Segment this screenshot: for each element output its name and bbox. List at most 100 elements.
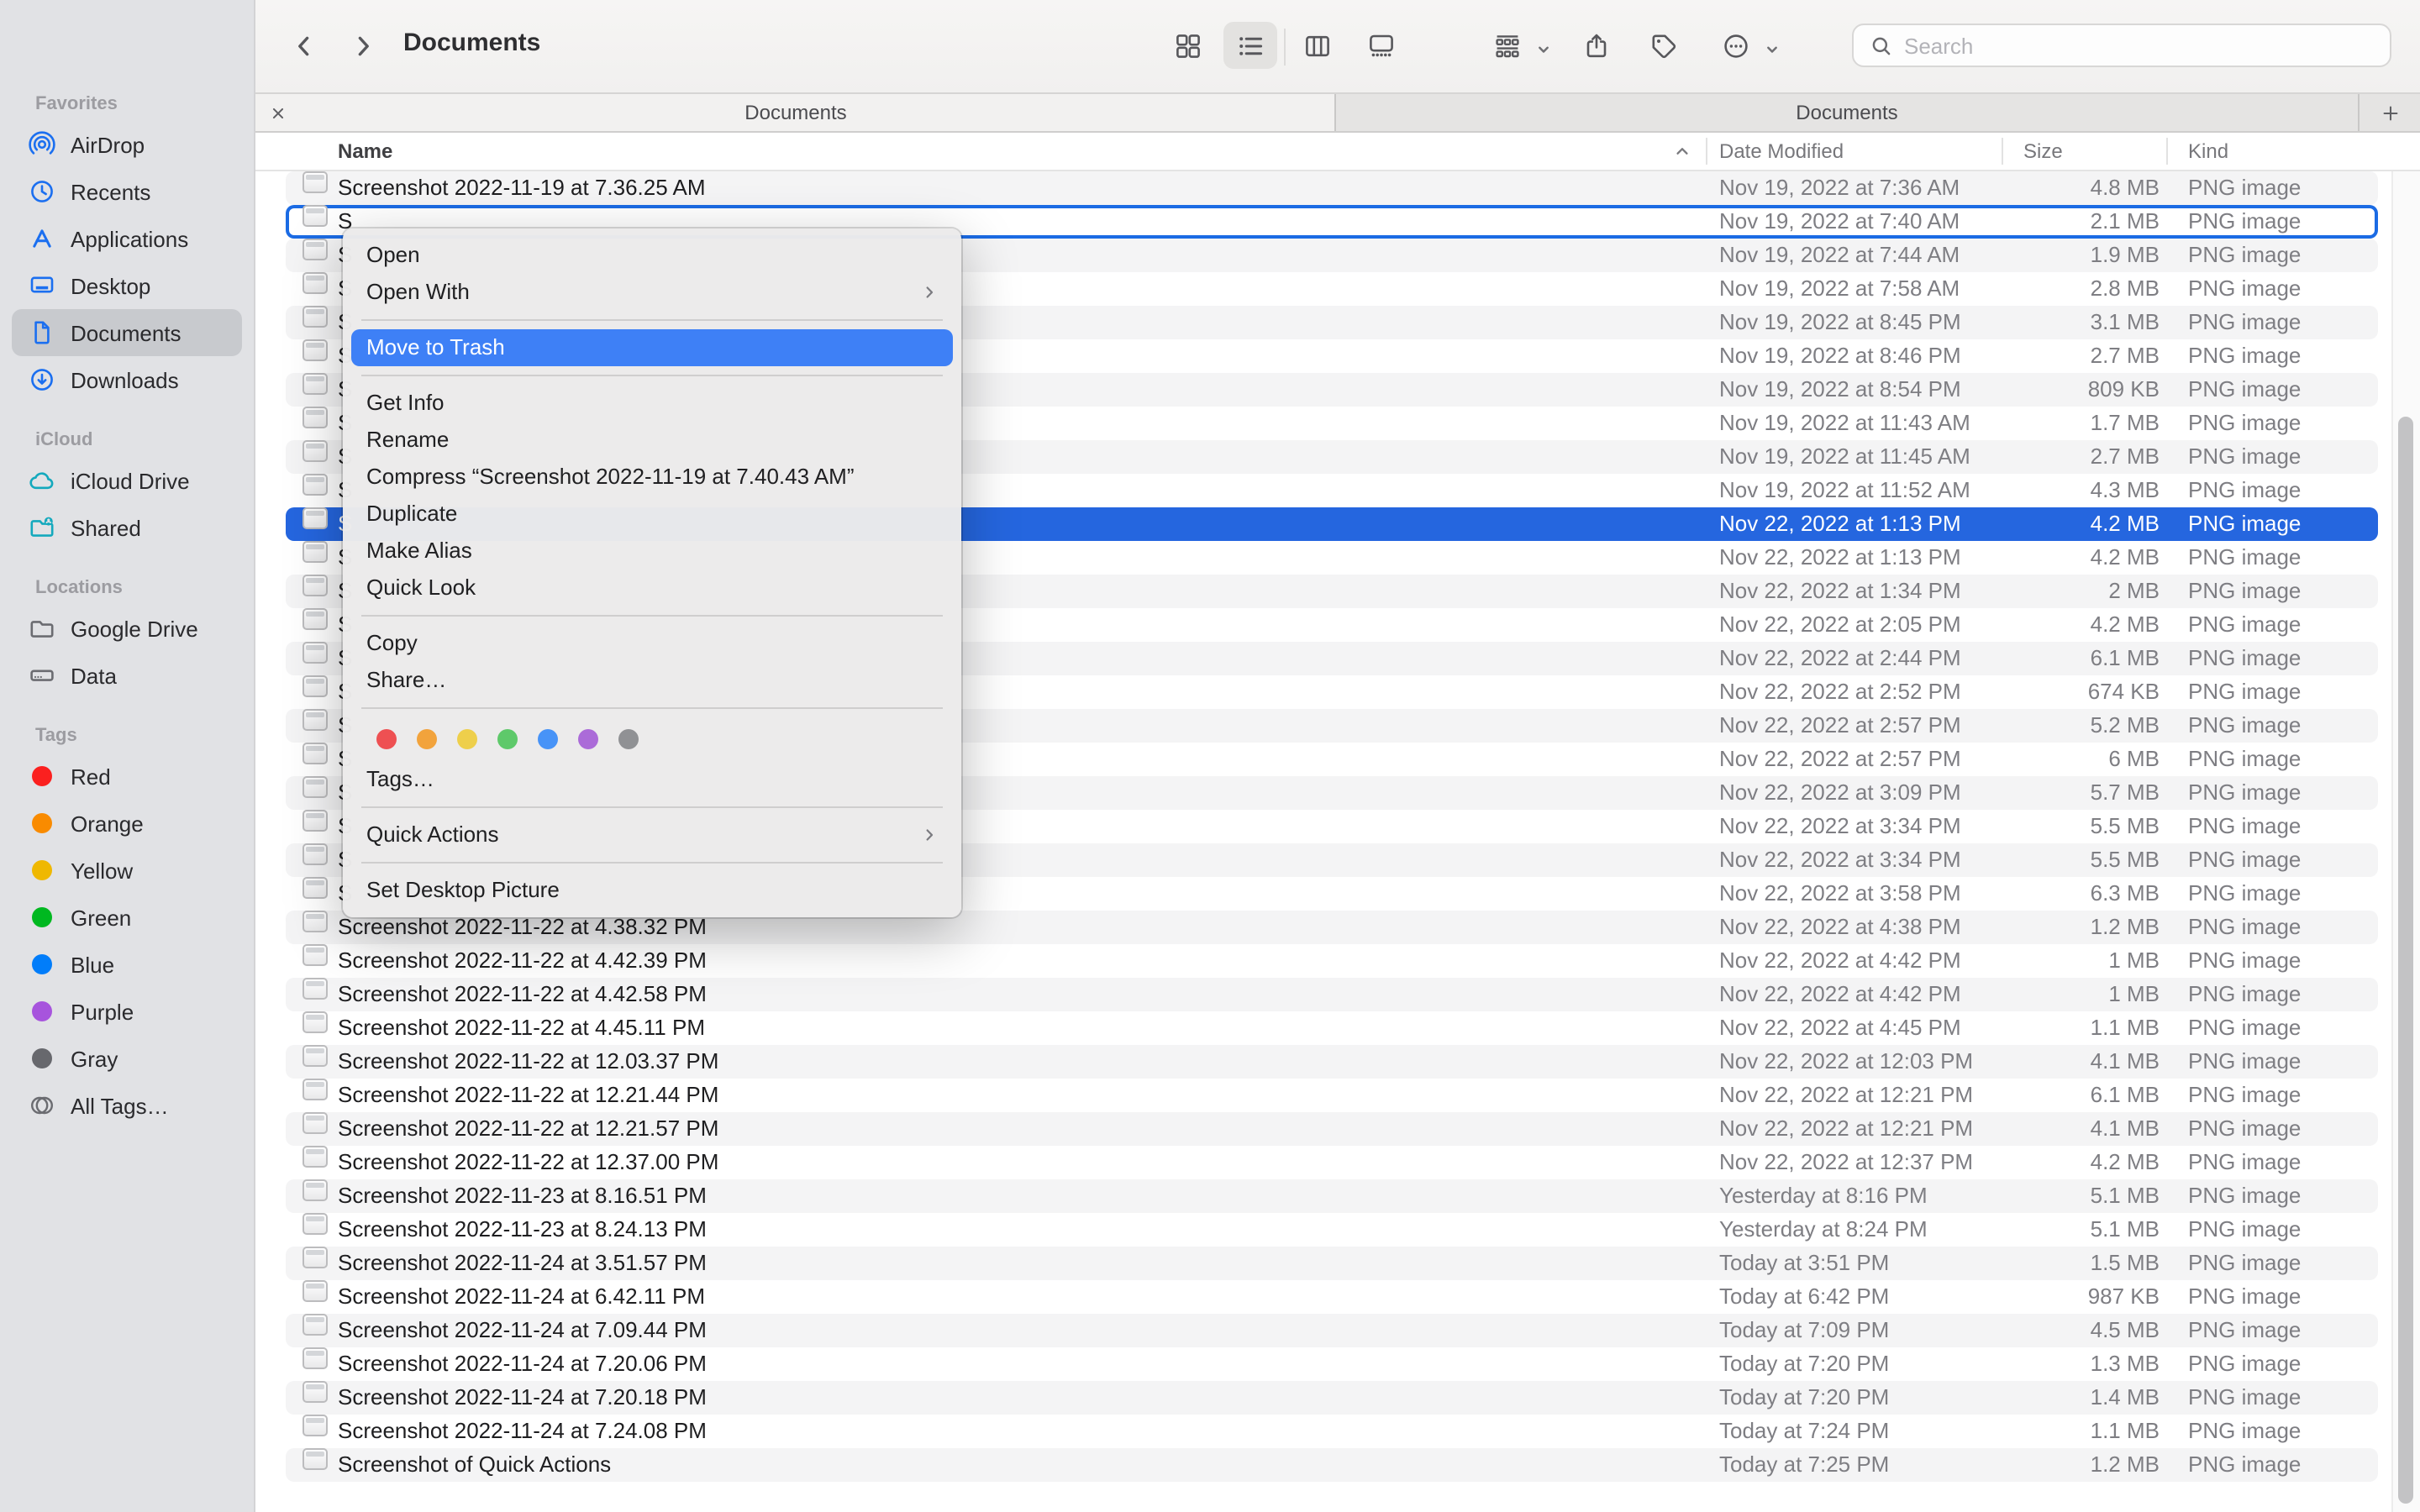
menu-item-compress-screenshot-2022-11-19-at-7-40-43-am[interactable]: Compress “Screenshot 2022-11-19 at 7.40.… — [351, 459, 953, 496]
menu-item-rename[interactable]: Rename — [351, 422, 953, 459]
file-size: 1.4 MB — [2090, 1384, 2160, 1410]
share-button[interactable] — [1573, 22, 1620, 69]
file-row[interactable]: Screenshot 2022-11-22 at 12.21.44 PM Nov … — [286, 1079, 2378, 1112]
grid-view-button[interactable] — [1165, 22, 1212, 69]
file-size: 3.1 MB — [2090, 309, 2160, 334]
menu-item-open-with[interactable]: Open With — [351, 274, 953, 311]
file-thumbnail-icon — [302, 1011, 328, 1033]
tab-close-button[interactable] — [264, 99, 291, 126]
file-kind: PNG image — [2188, 1183, 2302, 1208]
file-row[interactable]: Screenshot 2022-11-22 at 4.42.58 PM Nov 2… — [286, 978, 2378, 1011]
sidebar-item-recents[interactable]: Recents — [12, 168, 242, 215]
file-row[interactable]: Screenshot 2022-11-22 at 12.37.00 PM Nov … — [286, 1146, 2378, 1179]
file-row[interactable]: Screenshot 2022-11-24 at 6.42.11 PM Today… — [286, 1280, 2378, 1314]
search-input[interactable] — [1904, 33, 2390, 58]
menu-item-label: Duplicate — [366, 501, 458, 526]
file-thumbnail-icon — [302, 1112, 328, 1134]
column-divider[interactable] — [1706, 138, 1707, 165]
sidebar-item-yellow[interactable]: Yellow — [12, 847, 242, 894]
menu-item-share[interactable]: Share… — [351, 662, 953, 699]
sidebar-item-purple[interactable]: Purple — [12, 988, 242, 1035]
column-header-date-modified[interactable]: Date Modified — [1719, 133, 1844, 170]
tags-button[interactable] — [1640, 22, 1687, 69]
menu-item-copy[interactable]: Copy — [351, 625, 953, 662]
menu-item-get-info[interactable]: Get Info — [351, 385, 953, 422]
folder-icon — [29, 615, 55, 642]
menu-item-set-desktop-picture[interactable]: Set Desktop Picture — [351, 872, 953, 909]
file-row[interactable]: Screenshot 2022-11-22 at 4.45.11 PM Nov 2… — [286, 1011, 2378, 1045]
sidebar-item-blue[interactable]: Blue — [12, 941, 242, 988]
sidebar-item-airdrop[interactable]: AirDrop — [12, 121, 242, 168]
column-header-name[interactable]: Name — [338, 133, 392, 170]
scrollbar-thumb[interactable] — [2398, 417, 2413, 1504]
file-thumbnail-icon — [302, 306, 328, 328]
file-row[interactable]: Screenshot 2022-11-24 at 7.09.44 PM Today… — [286, 1314, 2378, 1347]
column-divider[interactable] — [2002, 138, 2003, 165]
tag-color-red[interactable] — [376, 729, 397, 749]
tag-color-green[interactable] — [497, 729, 518, 749]
file-name: Screenshot 2022-11-22 at 4.45.11 PM — [338, 1015, 705, 1040]
sidebar-item-downloads[interactable]: Downloads — [12, 356, 242, 403]
more-actions-button[interactable] — [1712, 22, 1760, 69]
sidebar-item-icloud-drive[interactable]: iCloud Drive — [12, 457, 242, 504]
sidebar-item-documents[interactable]: Documents — [12, 309, 242, 356]
column-header-size[interactable]: Size — [2023, 133, 2063, 170]
file-row[interactable]: Screenshot 2022-11-24 at 7.20.06 PM Today… — [286, 1347, 2378, 1381]
file-row[interactable]: Screenshot of Quick Actions Today at 7:25… — [286, 1448, 2378, 1482]
file-row[interactable]: Screenshot 2022-11-23 at 8.24.13 PM Yeste… — [286, 1213, 2378, 1247]
sidebar-item-green[interactable]: Green — [12, 894, 242, 941]
menu-item-make-alias[interactable]: Make Alias — [351, 533, 953, 570]
gallery-view-button[interactable] — [1358, 22, 1405, 69]
tag-color-yellow[interactable] — [457, 729, 477, 749]
forward-button[interactable] — [339, 22, 387, 69]
group-by-button[interactable] — [1484, 22, 1531, 69]
column-divider[interactable] — [2166, 138, 2168, 165]
back-button[interactable] — [281, 22, 328, 69]
file-size: 2.1 MB — [2090, 208, 2160, 234]
sidebar-item-red[interactable]: Red — [12, 753, 242, 800]
sidebar-item-google-drive[interactable]: Google Drive — [12, 605, 242, 652]
file-kind: PNG image — [2188, 645, 2302, 670]
tag-color-gray[interactable] — [618, 729, 639, 749]
sidebar-item-data[interactable]: Data — [12, 652, 242, 699]
menu-item-quick-actions[interactable]: Quick Actions — [351, 816, 953, 853]
menu-item-label: Copy — [366, 630, 418, 655]
tag-color-blue[interactable] — [538, 729, 558, 749]
column-header-kind[interactable]: Kind — [2188, 133, 2228, 170]
list-view-button[interactable] — [1223, 22, 1277, 69]
tag-color-purple[interactable] — [578, 729, 598, 749]
sidebar-item-applications[interactable]: Applications — [12, 215, 242, 262]
all-tags-icon — [29, 1092, 55, 1119]
menu-item-move-to-trash[interactable]: Move to Trash — [351, 329, 953, 366]
tab-documents-2[interactable]: Documents — [1336, 94, 2358, 131]
file-row[interactable]: Screenshot 2022-11-24 at 7.20.18 PM Today… — [286, 1381, 2378, 1415]
menu-item-quick-look[interactable]: Quick Look — [351, 570, 953, 606]
sidebar-item-all-tags[interactable]: All Tags… — [12, 1082, 242, 1129]
menu-item-tags[interactable]: Tags… — [351, 761, 953, 798]
menu-item-duplicate[interactable]: Duplicate — [351, 496, 953, 533]
sidebar-item-shared[interactable]: Shared — [12, 504, 242, 551]
toolbar: Documents — [255, 0, 2420, 92]
sidebar-item-orange[interactable]: Orange — [12, 800, 242, 847]
sidebar-item-desktop[interactable]: Desktop — [12, 262, 242, 309]
menu-item-label: Open — [366, 242, 420, 267]
new-tab-button[interactable] — [2360, 94, 2420, 131]
scrollbar-track[interactable] — [2391, 171, 2420, 1512]
file-row[interactable]: Screenshot 2022-11-23 at 8.16.51 PM Yeste… — [286, 1179, 2378, 1213]
tab-documents-1[interactable] — [255, 94, 1336, 131]
file-row[interactable]: Screenshot 2022-11-19 at 7.36.25 AM Nov 1… — [286, 171, 2378, 205]
tag-color-orange[interactable] — [417, 729, 437, 749]
menu-separator — [361, 615, 943, 617]
file-row[interactable]: Screenshot 2022-11-22 at 12.03.37 PM Nov … — [286, 1045, 2378, 1079]
file-row[interactable]: Screenshot 2022-11-24 at 3.51.57 PM Today… — [286, 1247, 2378, 1280]
file-row[interactable]: Screenshot 2022-11-22 at 12.21.57 PM Nov … — [286, 1112, 2378, 1146]
file-size: 1.2 MB — [2090, 1452, 2160, 1477]
file-row[interactable]: Screenshot 2022-11-22 at 4.42.39 PM Nov 2… — [286, 944, 2378, 978]
search-field[interactable] — [1852, 24, 2391, 67]
columns-view-button[interactable] — [1294, 22, 1341, 69]
column-header-row: Name Date Modified Size Kind — [255, 133, 2420, 171]
file-row[interactable]: Screenshot 2022-11-24 at 7.24.08 PM Today… — [286, 1415, 2378, 1448]
menu-item-open[interactable]: Open — [351, 237, 953, 274]
sidebar-item-gray[interactable]: Gray — [12, 1035, 242, 1082]
file-thumbnail-icon — [302, 1314, 328, 1336]
